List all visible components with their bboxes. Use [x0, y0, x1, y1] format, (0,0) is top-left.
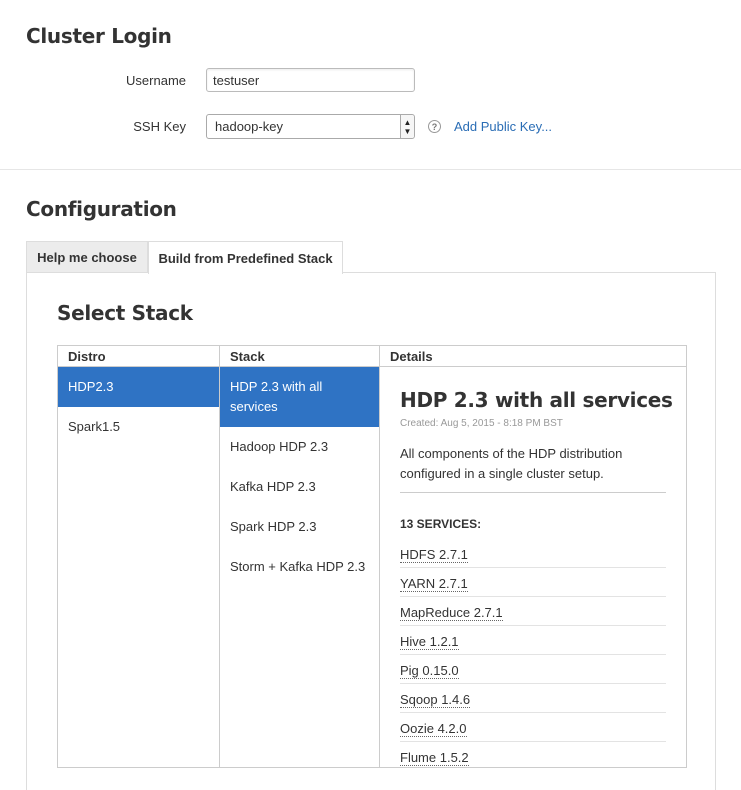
- stack-column-header: Stack: [219, 346, 379, 367]
- service-item: HDFS 2.7.1: [400, 539, 666, 568]
- username-label: Username: [126, 73, 186, 88]
- stack-item-hadoop-hdp23[interactable]: Hadoop HDP 2.3: [220, 427, 379, 467]
- service-name[interactable]: Pig 0.15.0: [400, 663, 459, 679]
- stack-item-spark-hdp23[interactable]: Spark HDP 2.3: [220, 507, 379, 547]
- distro-column-header: Distro: [58, 346, 219, 367]
- stack-list: HDP 2.3 with all services Hadoop HDP 2.3…: [219, 367, 379, 767]
- add-public-key-link[interactable]: Add Public Key...: [454, 119, 552, 134]
- dropdown-arrow-icon[interactable]: ▲ ▼: [400, 115, 414, 138]
- service-name[interactable]: Hive 1.2.1: [400, 634, 459, 650]
- stack-item-kafka-hdp23[interactable]: Kafka HDP 2.3: [220, 467, 379, 507]
- ssh-key-select[interactable]: hadoop-key ▲ ▼: [206, 114, 415, 139]
- details-panel: HDP 2.3 with all services Created: Aug 5…: [379, 367, 687, 767]
- distro-list: HDP2.3 Spark1.5: [58, 367, 219, 767]
- services-list: HDFS 2.7.1 YARN 2.7.1 MapReduce 2.7.1 Hi…: [400, 539, 666, 767]
- stack-item-storm-kafka-hdp23[interactable]: Storm + Kafka HDP 2.3: [220, 547, 379, 587]
- service-item: Pig 0.15.0: [400, 655, 666, 684]
- ssh-key-label: SSH Key: [133, 119, 186, 134]
- details-created: Created: Aug 5, 2015 - 8:18 PM BST: [400, 418, 563, 429]
- tab-help-me-choose[interactable]: Help me choose: [26, 241, 148, 273]
- service-name[interactable]: Sqoop 1.4.6: [400, 692, 471, 708]
- distro-item-spark15[interactable]: Spark1.5: [58, 407, 219, 447]
- service-item: YARN 2.7.1: [400, 568, 666, 597]
- tab-build-from-predefined-stack[interactable]: Build from Predefined Stack: [148, 241, 343, 274]
- stack-item-hdp23-all[interactable]: HDP 2.3 with all services: [220, 367, 379, 427]
- details-divider: [400, 492, 666, 493]
- details-column-header: Details: [379, 346, 687, 367]
- configuration-title: Configuration: [26, 197, 177, 221]
- service-name[interactable]: Flume 1.5.2: [400, 750, 469, 766]
- service-name[interactable]: Oozie 4.2.0: [400, 721, 467, 737]
- service-item: Sqoop 1.4.6: [400, 684, 666, 713]
- cluster-login-title: Cluster Login: [26, 24, 172, 48]
- service-name[interactable]: YARN 2.7.1: [400, 576, 468, 592]
- service-name[interactable]: MapReduce 2.7.1: [400, 605, 503, 621]
- service-item: Flume 1.5.2: [400, 742, 666, 767]
- stack-selector-table: Distro Stack Details HDP2.3 Spark1.5 HDP…: [57, 345, 687, 768]
- distro-item-hdp23[interactable]: HDP2.3: [58, 367, 219, 407]
- services-heading: 13 SERVICES:: [400, 517, 482, 531]
- help-icon[interactable]: ?: [428, 120, 441, 133]
- service-item: MapReduce 2.7.1: [400, 597, 666, 626]
- ssh-key-selected-value: hadoop-key: [215, 119, 283, 134]
- details-description: All components of the HDP distribution c…: [400, 446, 623, 481]
- username-input[interactable]: [206, 68, 415, 92]
- service-item: Hive 1.2.1: [400, 626, 666, 655]
- details-title: HDP 2.3 with all services: [400, 388, 673, 412]
- service-item: Oozie 4.2.0: [400, 713, 666, 742]
- section-divider: [0, 169, 741, 170]
- select-stack-title: Select Stack: [57, 301, 193, 325]
- service-name[interactable]: HDFS 2.7.1: [400, 547, 468, 563]
